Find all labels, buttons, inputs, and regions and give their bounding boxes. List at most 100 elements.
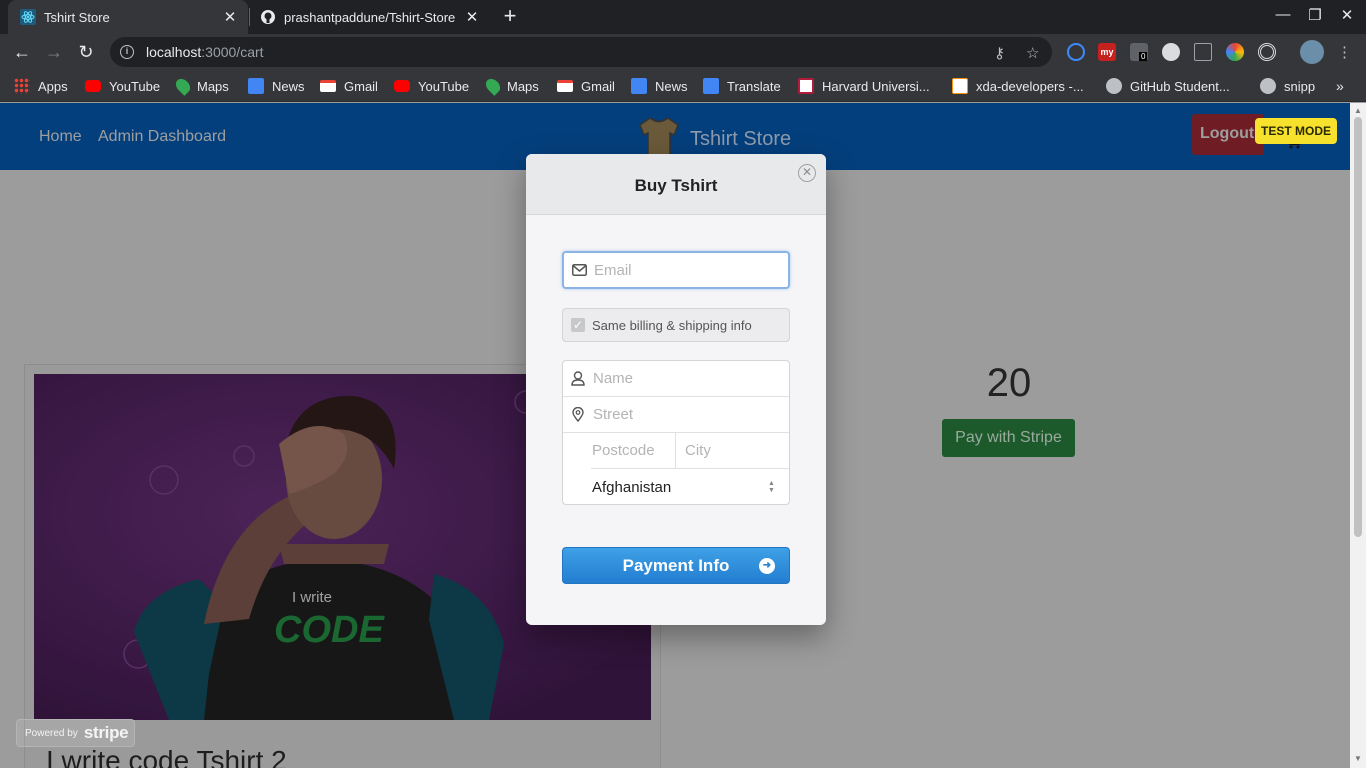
extension-record-icon[interactable] [1162,43,1180,61]
menu-icon[interactable]: ⋮ [1337,43,1352,61]
checkout-modal: Buy Tshirt ✕ Email ✓ Same billing & ship… [526,154,826,625]
name-field[interactable]: Name [563,361,789,397]
same-info-label: Same billing & shipping info [592,317,752,333]
browser-toolbar: ← → ↻ i localhost:3000/cart ⚷ ☆ my 0 ⋮ [0,34,1366,70]
email-placeholder: Email [594,261,632,279]
github-icon [1106,78,1122,94]
bookmark-gmail-2[interactable]: Gmail [557,77,615,95]
bookmarks-bar: Apps YouTube Maps News Gmail YouTube Map… [0,70,1366,102]
maps-pin-icon [483,76,503,96]
back-icon[interactable]: ← [10,40,34,64]
browser-titlebar: Tshirt Store ✕ prashantpaddune/Tshirt-St… [0,0,1366,34]
envelope-icon [564,264,594,276]
scroll-up-icon[interactable]: ▲ [1354,107,1362,115]
bookmark-label: Maps [197,78,229,94]
close-window-icon[interactable]: ✕ [1336,6,1358,24]
email-field[interactable]: Email [562,251,790,289]
select-arrows-icon: ▲ ▼ [768,480,775,494]
profile-avatar[interactable] [1300,40,1324,64]
extension-color-icon[interactable] [1226,43,1244,61]
page-scrollbar[interactable]: ▲ ▼ [1350,103,1366,768]
bookmark-github-student[interactable]: GitHub Student... [1106,77,1230,95]
extension-my-icon[interactable]: my [1098,43,1116,61]
youtube-icon [394,80,410,92]
bookmark-gmail[interactable]: Gmail [320,77,378,95]
address-bar[interactable]: i localhost:3000/cart ⚷ ☆ [110,37,1052,67]
bookmark-label: News [272,78,305,94]
extension-target-icon[interactable] [1258,43,1276,61]
product-price: 20 [986,361,1032,405]
city-field[interactable]: City [676,433,789,469]
payment-info-button[interactable]: Payment Info ➜ [562,547,790,584]
bookmark-xda[interactable]: xda-developers -... [952,77,1084,95]
bookmark-label: Gmail [581,78,615,94]
extension-crossed-icon[interactable] [1194,43,1212,61]
minimize-icon[interactable]: — [1272,6,1294,23]
bookmark-snipp[interactable]: snipp [1260,77,1315,95]
bookmark-star-icon[interactable]: ☆ [1026,44,1039,62]
github-icon [1260,78,1276,94]
checkbox-check-icon[interactable]: ✓ [571,318,585,332]
restore-icon[interactable]: ❐ [1304,6,1326,24]
arrow-right-icon: ➜ [759,558,775,574]
bookmark-apps[interactable]: Apps [14,77,68,95]
scroll-down-icon[interactable]: ▼ [1354,755,1362,763]
edx-icon [798,78,814,94]
key-icon[interactable]: ⚷ [994,44,1005,62]
logout-button[interactable]: Logout [1192,114,1264,155]
payment-info-label: Payment Info [622,556,730,575]
brand-name: Tshirt Store [690,128,792,150]
person-icon [563,371,593,386]
same-info-checkbox[interactable]: ✓ Same billing & shipping info [562,308,790,342]
more-bookmarks-icon[interactable]: » [1336,77,1344,95]
apps-grid-icon [14,78,30,94]
extension-circle-icon[interactable] [1067,43,1085,61]
country-select[interactable]: Afghanistan ▲ ▼ [591,469,789,505]
bookmark-maps[interactable]: Maps [173,76,229,96]
forward-icon[interactable]: → [42,40,66,64]
site-info-icon[interactable]: i [120,45,134,59]
powered-by-stripe-badge[interactable]: Powered by stripe [16,719,135,747]
bookmark-label: snipp [1284,78,1316,94]
close-modal-icon[interactable]: ✕ [798,164,816,182]
extension-badge-count: 0 [1139,52,1148,61]
street-field[interactable]: Street [563,397,789,433]
bookmark-label: Apps [38,78,68,94]
close-tab-icon[interactable]: ✕ [220,8,240,26]
maps-pin-icon [173,76,193,96]
tab-tshirt-store[interactable]: Tshirt Store ✕ [8,0,248,34]
news-icon [631,78,647,94]
stripe-logo: stripe [83,723,129,742]
nav-admin-dashboard-link[interactable]: Admin Dashboard [98,128,226,146]
name-placeholder: Name [593,370,634,387]
address-fieldset: Name Street Postcode City Afghanistan ▲ ▼ [562,360,790,505]
bookmark-label: Harvard Universi... [822,78,930,94]
bookmark-label: Maps [507,78,539,94]
bookmark-label: YouTube [418,78,470,94]
bookmark-harvard[interactable]: Harvard Universi... [798,77,930,95]
bookmark-translate[interactable]: Translate [703,77,781,95]
tab-title: Tshirt Store [44,9,110,25]
bookmark-maps-2[interactable]: Maps [483,76,539,96]
bookmark-youtube[interactable]: YouTube [85,77,160,95]
modal-title: Buy Tshirt [634,176,718,195]
extension-badge-icon[interactable]: 0 [1130,43,1148,61]
url-host: localhost [146,44,202,60]
test-mode-badge: TEST MODE [1255,118,1337,144]
react-icon [20,9,36,25]
bookmark-news-2[interactable]: News [631,77,688,95]
url-path: :3000/cart [201,44,264,60]
reload-icon[interactable]: ↻ [74,40,98,64]
gmail-icon [320,80,336,92]
bookmark-youtube-2[interactable]: YouTube [394,77,469,95]
tab-github-repo[interactable]: prashantpaddune/Tshirt-Store ✕ [250,0,490,34]
new-tab-button[interactable]: + [498,5,522,29]
close-tab-icon[interactable]: ✕ [462,8,482,26]
nav-home-link[interactable]: Home [39,128,82,146]
scrollbar-thumb[interactable] [1354,117,1362,537]
postcode-field[interactable]: Postcode [591,433,676,469]
bookmark-label: Gmail [344,78,378,94]
pay-with-stripe-button[interactable]: Pay with Stripe [942,419,1075,457]
bookmark-news[interactable]: News [248,77,305,95]
xda-icon [952,78,968,94]
